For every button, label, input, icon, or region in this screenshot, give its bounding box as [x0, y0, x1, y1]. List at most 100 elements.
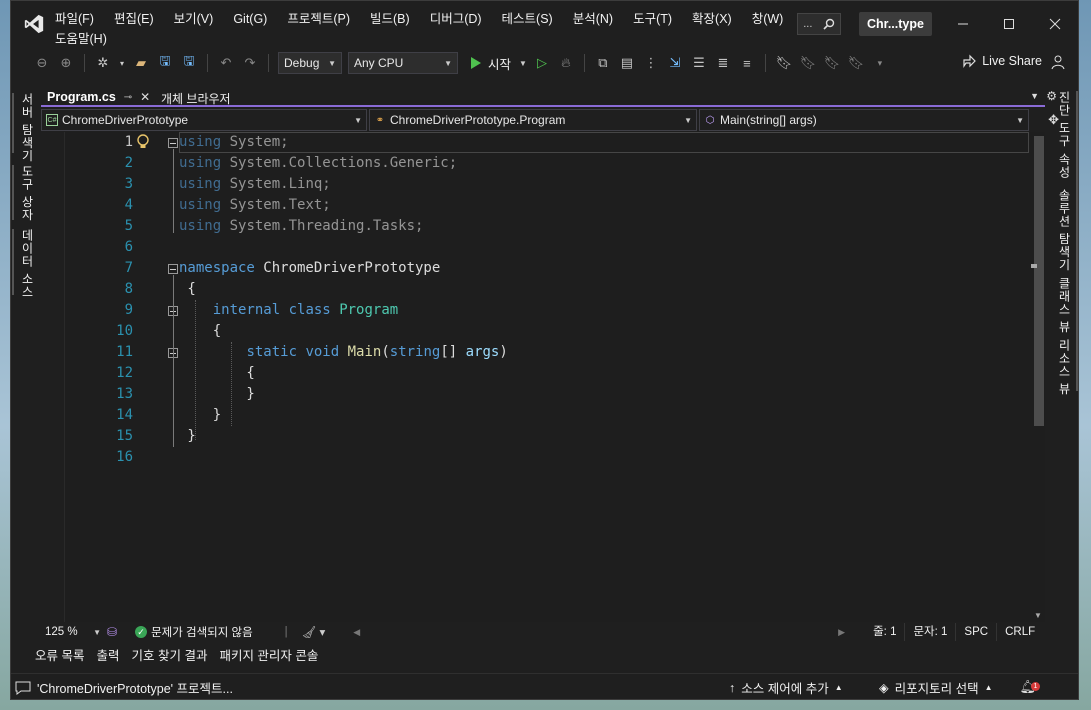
code-line: using System; [179, 134, 289, 150]
lightbulb-icon[interactable] [135, 133, 151, 151]
uncomment-lines-icon[interactable]: ≡ [738, 54, 756, 72]
select-repository-button[interactable]: ◈ 리포지토리 선택 ▲ [879, 678, 993, 697]
clear-bookmarks-icon[interactable]: 🔖︎ [847, 54, 865, 72]
maximize-button[interactable] [986, 7, 1032, 41]
hot-reload-icon[interactable]: 🔥︎ [557, 54, 575, 72]
menu-project[interactable]: 프로젝트(P) [287, 11, 358, 27]
menu-file[interactable]: 파일(F) [55, 11, 102, 27]
chevron-down-icon[interactable]: ▼ [519, 59, 527, 68]
issues-status[interactable]: 문제가 검색되지 않음 [151, 624, 253, 640]
solution-explorer-tab[interactable]: 솔루션 탐색기 [1056, 189, 1073, 271]
navigate-back-icon[interactable]: ⊖ [33, 54, 51, 72]
code-line: internal class Program [212, 302, 399, 318]
settings-gear-icon[interactable]: ⚙ [1046, 89, 1057, 103]
menu-build[interactable]: 빌드(B) [370, 11, 418, 27]
server-explorer-tab[interactable]: 서버 탐색기 [19, 93, 36, 162]
menu-extensions[interactable]: 확장(X) [692, 11, 740, 27]
resource-view-tab[interactable]: 리소스 뷰 [1056, 339, 1073, 395]
zoom-dropdown[interactable]: 125 % ▼ [41, 623, 103, 641]
pin-icon[interactable]: ⊸ [124, 92, 132, 103]
prev-bookmark-icon[interactable]: 🔖︎ [799, 54, 817, 72]
feedback-button[interactable] [1050, 54, 1066, 70]
live-share-button[interactable]: Live Share [962, 54, 1042, 68]
properties-tab[interactable]: 속성 [1056, 153, 1073, 179]
search-button[interactable]: ... [797, 13, 841, 35]
live-share-icon [963, 54, 977, 68]
project-dropdown[interactable]: C# ChromeDriverPrototype ▼ [41, 109, 367, 131]
data-sources-tab[interactable]: 데이터 소스 [19, 229, 36, 298]
menu-window[interactable]: 창(W) [752, 11, 792, 27]
next-bookmark-icon[interactable]: 🔖︎ [823, 54, 841, 72]
scroll-right-icon[interactable]: ▶ [838, 627, 845, 638]
class-view-tab[interactable]: 클래스 뷰 [1056, 277, 1073, 333]
collapse-usings-icon[interactable] [168, 138, 178, 148]
scrollbar-thumb[interactable] [1034, 136, 1044, 426]
member-dropdown[interactable]: ⬡ Main(string[] args) ▼ [699, 109, 1029, 131]
search-ellipsis: ... [803, 18, 813, 30]
save-icon[interactable]: 🖫 [156, 53, 174, 72]
comment-lines-icon[interactable]: ≣ [714, 54, 732, 72]
type-dropdown[interactable]: ⚭ ChromeDriverPrototype.Program ▼ [369, 109, 697, 131]
solution-platform-dropdown[interactable]: Any CPU ▼ [348, 52, 458, 74]
navigate-forward-icon[interactable]: ⊕ [57, 54, 75, 72]
tab-object-browser[interactable]: 개체 브라우저 [155, 89, 237, 107]
layout-icon[interactable]: ▤ [618, 54, 636, 72]
add-to-source-control-button[interactable]: ↑ 소스 제어에 추가 ▲ [729, 678, 843, 697]
start-debugging-button[interactable]: 시작 ▼ [470, 54, 527, 73]
menu-tools[interactable]: 도구(T) [633, 11, 680, 27]
code-cleanup-icon[interactable]: 🧹︎ ▾ [302, 625, 326, 639]
rail-group-bar [1076, 91, 1078, 391]
menu-git[interactable]: Git(G) [233, 11, 275, 27]
tab-package-manager-console[interactable]: 패키지 관리자 콘솔 [219, 645, 318, 664]
whitespace-indicator[interactable]: SPC [955, 623, 996, 641]
menu-debug[interactable]: 디버그(D) [430, 11, 490, 27]
menu-help[interactable]: 도움말(H) [55, 31, 115, 47]
tab-error-list[interactable]: 오류 목록 [35, 645, 84, 664]
visual-studio-logo-icon[interactable] [23, 13, 45, 35]
bookmark-icon[interactable]: 🔖︎ [775, 54, 793, 72]
chevron-up-icon: ▲ [984, 683, 993, 692]
format-document-icon[interactable]: ☰ [690, 54, 708, 72]
scroll-left-icon[interactable]: ◀ [353, 627, 360, 638]
line-number: 12 [116, 365, 133, 381]
open-file-icon[interactable]: ▰ [132, 54, 150, 72]
line-indicator[interactable]: 줄: 1 [865, 623, 904, 641]
tab-program-cs[interactable]: Program.cs ⊸ ✕ [41, 89, 157, 107]
line-ending-indicator[interactable]: CRLF [996, 623, 1043, 641]
code-line: } [179, 428, 196, 444]
document-tab-well: Program.cs ⊸ ✕ 개체 브라우저 ▼ ⚙ [41, 89, 1057, 107]
start-without-debugging-icon[interactable]: ▷ [533, 54, 551, 72]
tab-find-symbol-results[interactable]: 기호 찾기 결과 [132, 645, 208, 664]
toolbar-options-icon[interactable]: ⋮ [642, 54, 660, 72]
redo-icon[interactable]: ↷ [241, 54, 259, 72]
close-button[interactable] [1032, 7, 1078, 41]
menu-test[interactable]: 테스트(S) [502, 11, 561, 27]
tab-output[interactable]: 출력 [96, 645, 119, 664]
column-indicator[interactable]: 문자: 1 [904, 623, 955, 641]
collapse-namespace-icon[interactable] [168, 264, 178, 274]
solution-explorer-icon[interactable]: ⧉ [594, 54, 612, 72]
intellicode-icon[interactable]: ⛁ [107, 625, 117, 639]
editor-horizontal-scrollbar[interactable] [368, 627, 838, 637]
toolbar-separator [84, 54, 85, 72]
toolbar-separator [207, 54, 208, 72]
new-project-icon[interactable]: ✲ [94, 54, 112, 72]
chevron-down-icon: ▼ [444, 58, 452, 68]
minimize-button[interactable] [940, 7, 986, 41]
undo-icon[interactable]: ↶ [217, 54, 235, 72]
menu-edit[interactable]: 편집(E) [114, 11, 162, 27]
step-into-icon[interactable]: ⇲ [666, 54, 684, 72]
new-project-dropdown-icon[interactable]: ▾ [118, 54, 126, 72]
scroll-down-icon[interactable]: ▼ [1034, 611, 1042, 620]
editor-vertical-scrollbar[interactable]: ▼ [1031, 132, 1045, 622]
code-editor[interactable]: 1 2 3 4 5 6 7 8 9 10 11 12 13 14 15 16 u… [41, 132, 1031, 622]
menu-view[interactable]: 보기(V) [174, 11, 222, 27]
close-tab-icon[interactable]: ✕ [140, 90, 150, 104]
tab-list-dropdown-icon[interactable]: ▼ [1030, 91, 1039, 101]
split-window-icon[interactable]: ✥ [1048, 112, 1059, 128]
toolbox-tab[interactable]: 도구 상자 [19, 165, 36, 221]
menu-analyze[interactable]: 분석(N) [573, 11, 621, 27]
toolbar-overflow-icon[interactable]: ▾ [871, 54, 889, 72]
solution-configuration-dropdown[interactable]: Debug ▼ [278, 52, 342, 74]
save-all-icon[interactable]: 🖫 [180, 53, 198, 72]
